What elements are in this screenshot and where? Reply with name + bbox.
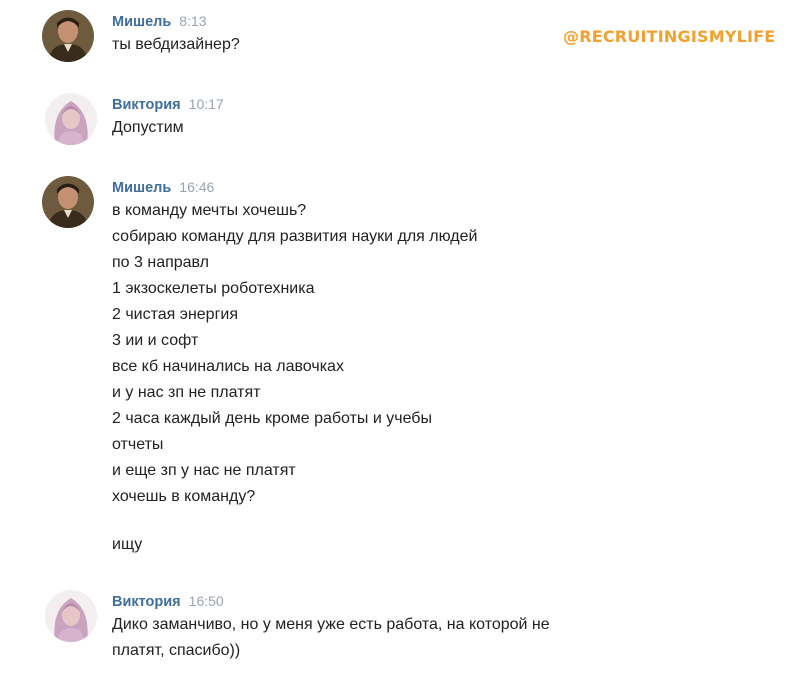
message-text: ты вебдизайнер? bbox=[112, 36, 240, 53]
message-text: 1 экзоскелеты роботехника bbox=[112, 280, 315, 297]
avatar-victoria[interactable] bbox=[45, 93, 97, 145]
avatar-victoria[interactable] bbox=[45, 590, 97, 642]
author-name[interactable]: Виктория bbox=[112, 594, 181, 610]
message-text: в команду мечты хочешь? bbox=[112, 202, 307, 219]
message-time: 8:13 bbox=[179, 13, 207, 29]
avatar-michel[interactable] bbox=[42, 10, 94, 62]
message-text: отчеты bbox=[112, 436, 164, 453]
message-text: 2 часа каждый день кроме работы и учебы bbox=[112, 410, 432, 427]
message-text: по 3 направл bbox=[112, 254, 210, 271]
message-time: 16:50 bbox=[188, 593, 224, 609]
message-text: и у нас зп не платят bbox=[112, 384, 261, 401]
message-text: платят, спасибо)) bbox=[112, 642, 241, 659]
avatar-michel[interactable] bbox=[42, 176, 94, 228]
message-text: хочешь в команду? bbox=[112, 488, 256, 505]
message-text: Допустим bbox=[112, 119, 184, 136]
message-time: 10:17 bbox=[188, 96, 224, 112]
author-name[interactable]: Виктория bbox=[112, 97, 181, 113]
message-text: ищу bbox=[112, 536, 143, 553]
message-text: все кб начинались на лавочках bbox=[112, 358, 344, 375]
message-text: Дико заманчиво, но у меня уже есть работ… bbox=[112, 616, 550, 633]
message-text: 2 чистая энергия bbox=[112, 306, 239, 323]
author-name[interactable]: Мишель bbox=[112, 14, 171, 30]
message-text: 3 ии и софт bbox=[112, 332, 199, 349]
message-text: и еще зп у нас не платят bbox=[112, 462, 296, 479]
message-time: 16:46 bbox=[179, 179, 215, 195]
author-name[interactable]: Мишель bbox=[112, 180, 171, 196]
message-text: собираю команду для развития науки для л… bbox=[112, 228, 478, 245]
